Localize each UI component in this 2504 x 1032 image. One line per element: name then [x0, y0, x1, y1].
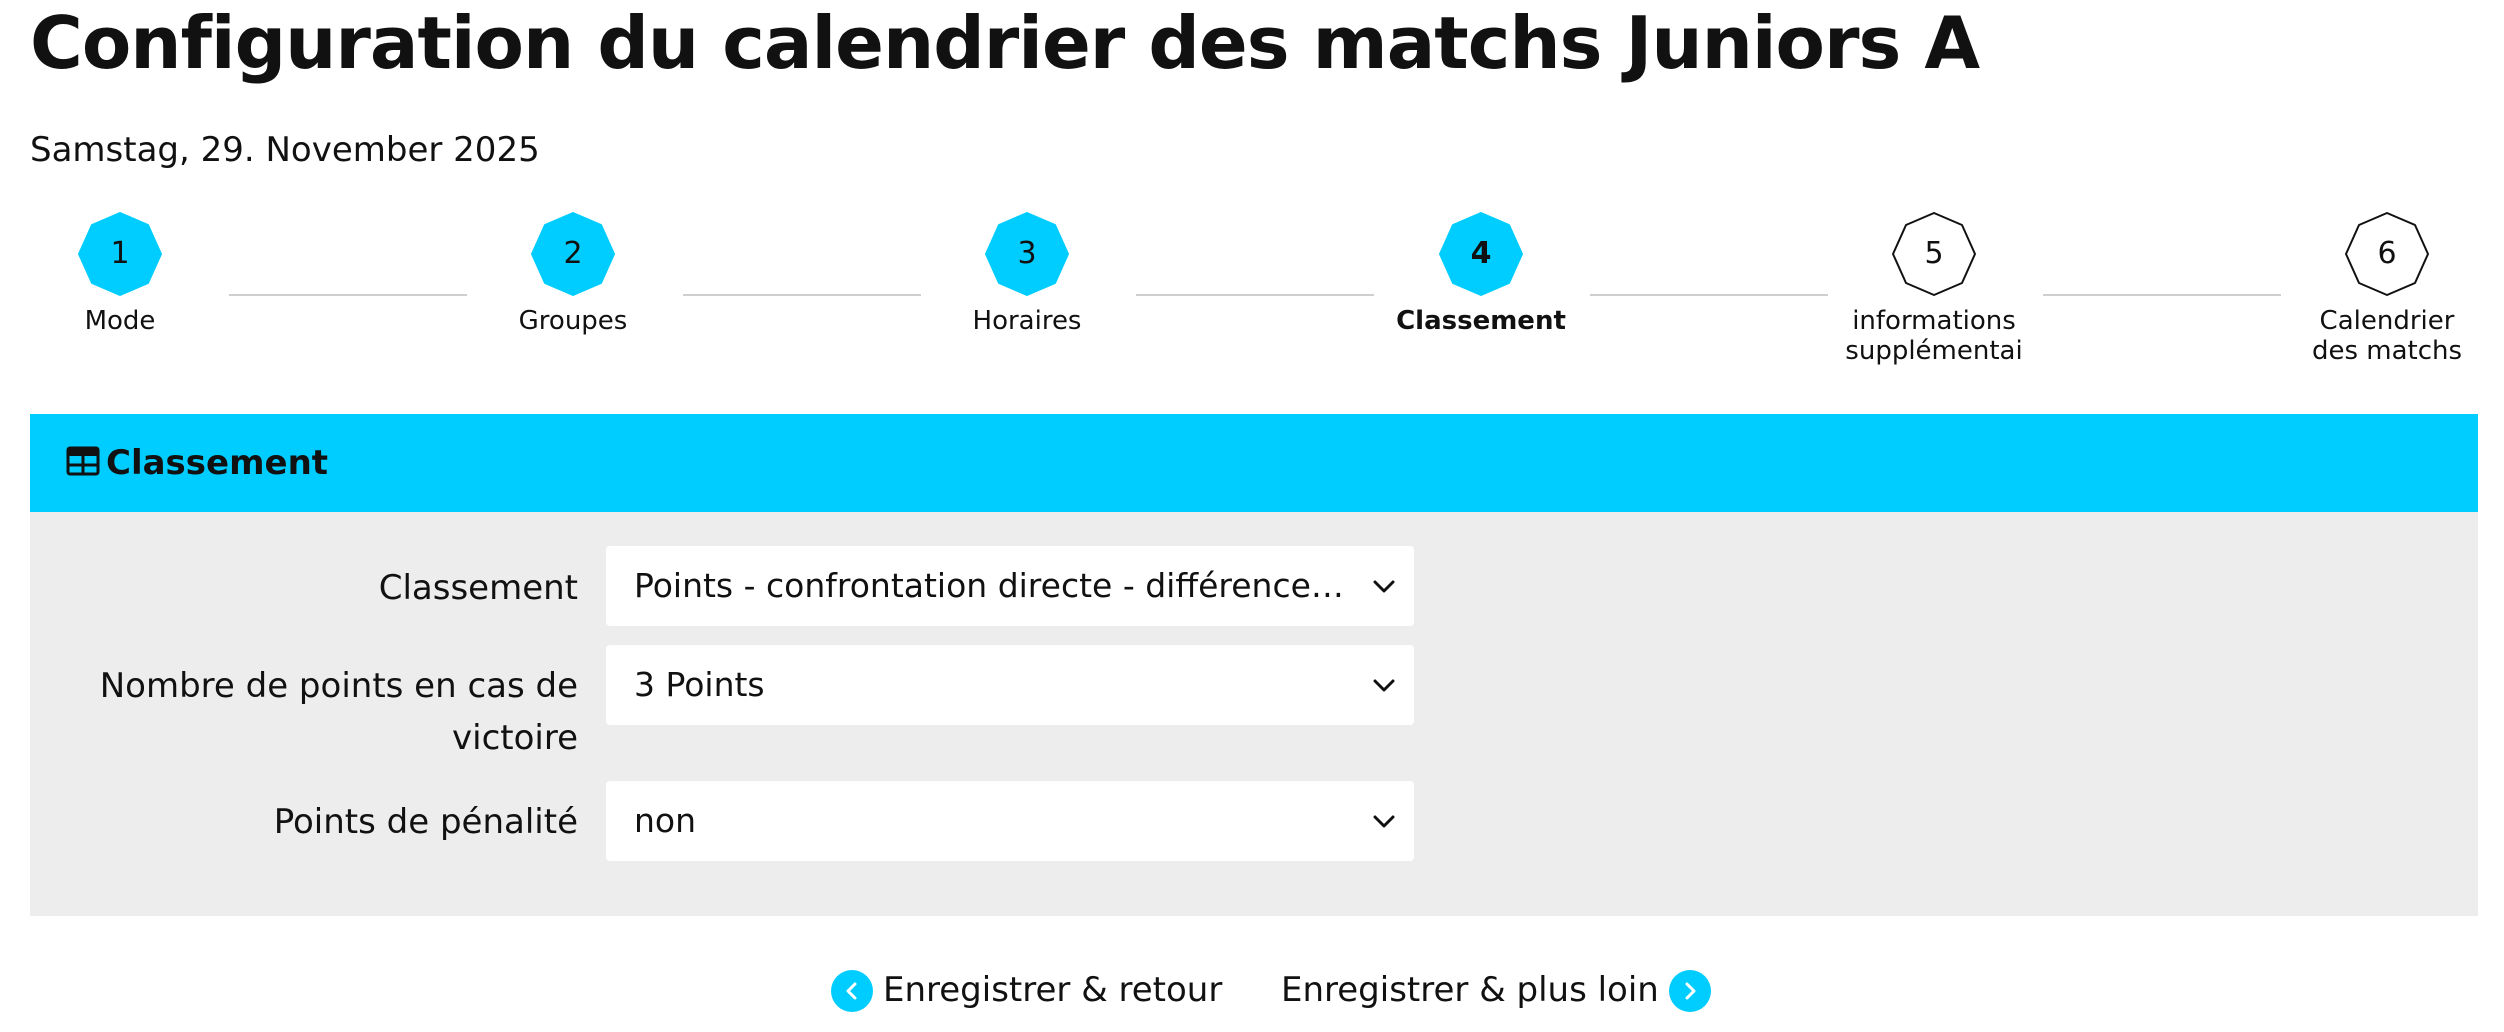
- victory-points-label-line: Nombre de points en cas de: [99, 666, 578, 706]
- step-label-line: Calendrier: [2319, 306, 2455, 336]
- classement-select[interactable]: Points - confrontation directe - différe…: [606, 546, 1414, 626]
- step-badge-filled-icon: 3: [981, 208, 1073, 300]
- step-label: Mode: [84, 306, 156, 336]
- step-label-line: supplémentai: [1845, 336, 2023, 366]
- step-label: informations supplémentai: [1804, 306, 2064, 366]
- step-badge-outline-icon: 5: [1888, 208, 1980, 300]
- step-connector: [1590, 294, 1828, 296]
- victory-points-select-value: 3 Points: [634, 665, 765, 704]
- step-label-line: des matchs: [2311, 336, 2463, 366]
- penalty-points-select-value: non: [634, 801, 697, 840]
- table-icon: [66, 446, 100, 476]
- chevron-down-icon: [1373, 679, 1395, 692]
- victory-points-select[interactable]: 3 Points: [606, 645, 1414, 725]
- step-number: 3: [1017, 236, 1037, 271]
- chevron-down-icon: [1373, 580, 1395, 593]
- step-label: Calendrier des matchs: [2257, 306, 2504, 366]
- step-horaires[interactable]: 3 Horaires: [897, 208, 1157, 336]
- step-number: 6: [2377, 236, 2397, 271]
- victory-points-label-line: victoire: [452, 718, 578, 758]
- classement-label: Classement: [378, 568, 578, 608]
- step-connector: [1136, 294, 1374, 296]
- step-badge-filled-icon: 1: [74, 208, 166, 300]
- step-connector: [2043, 294, 2281, 296]
- penalty-points-label: Points de pénalité: [273, 802, 578, 842]
- step-badge-outline-icon: 6: [2341, 208, 2433, 300]
- step-badge-filled-icon: 2: [527, 208, 619, 300]
- step-label: Classement: [1396, 306, 1566, 336]
- step-label-line: informations: [1852, 306, 2016, 336]
- step-badge-filled-icon: 4: [1435, 208, 1527, 300]
- step-number: 4: [1470, 236, 1492, 271]
- step-connector: [683, 294, 921, 296]
- step-number: 2: [563, 236, 583, 271]
- step-classement[interactable]: 4 Classement: [1351, 208, 1611, 336]
- wizard-stepper: 1 Mode 2 Groupes 3 Horaires 4 Classement: [0, 208, 2504, 388]
- step-number: 1: [110, 236, 130, 271]
- save-and-back-label: Enregistrer & retour: [883, 970, 1223, 1010]
- chevron-right-icon: [1668, 970, 1711, 1012]
- step-informations[interactable]: 5 informations supplémentai: [1804, 208, 2064, 366]
- classement-select-value: Points - confrontation directe - différe…: [634, 566, 1344, 605]
- panel-title: Classement: [106, 443, 329, 483]
- step-connector: [229, 294, 467, 296]
- save-and-next-label: Enregistrer & plus loin: [1281, 970, 1659, 1010]
- step-calendrier[interactable]: 6 Calendrier des matchs: [2257, 208, 2504, 366]
- step-label: Groupes: [518, 306, 628, 336]
- panel-header: Classement: [30, 414, 2478, 512]
- page-title: Configuration du calendrier des matchs J…: [30, 1, 1980, 85]
- save-and-back-button[interactable]: Enregistrer & retour: [831, 962, 1222, 1018]
- save-and-next-button[interactable]: Enregistrer & plus loin: [1281, 962, 1711, 1018]
- step-mode[interactable]: 1 Mode: [0, 208, 250, 336]
- step-label: Horaires: [972, 306, 1082, 336]
- step-groupes[interactable]: 2 Groupes: [443, 208, 703, 336]
- chevron-down-icon: [1373, 815, 1395, 828]
- page-date: Samstag, 29. November 2025: [30, 130, 540, 170]
- ranking-form: Classement Points - confrontation direct…: [30, 512, 2478, 916]
- chevron-left-icon: [831, 970, 873, 1012]
- step-number: 5: [1924, 236, 1944, 271]
- penalty-points-select[interactable]: non: [606, 781, 1414, 861]
- victory-points-label: Nombre de points en cas de victoire: [100, 660, 578, 764]
